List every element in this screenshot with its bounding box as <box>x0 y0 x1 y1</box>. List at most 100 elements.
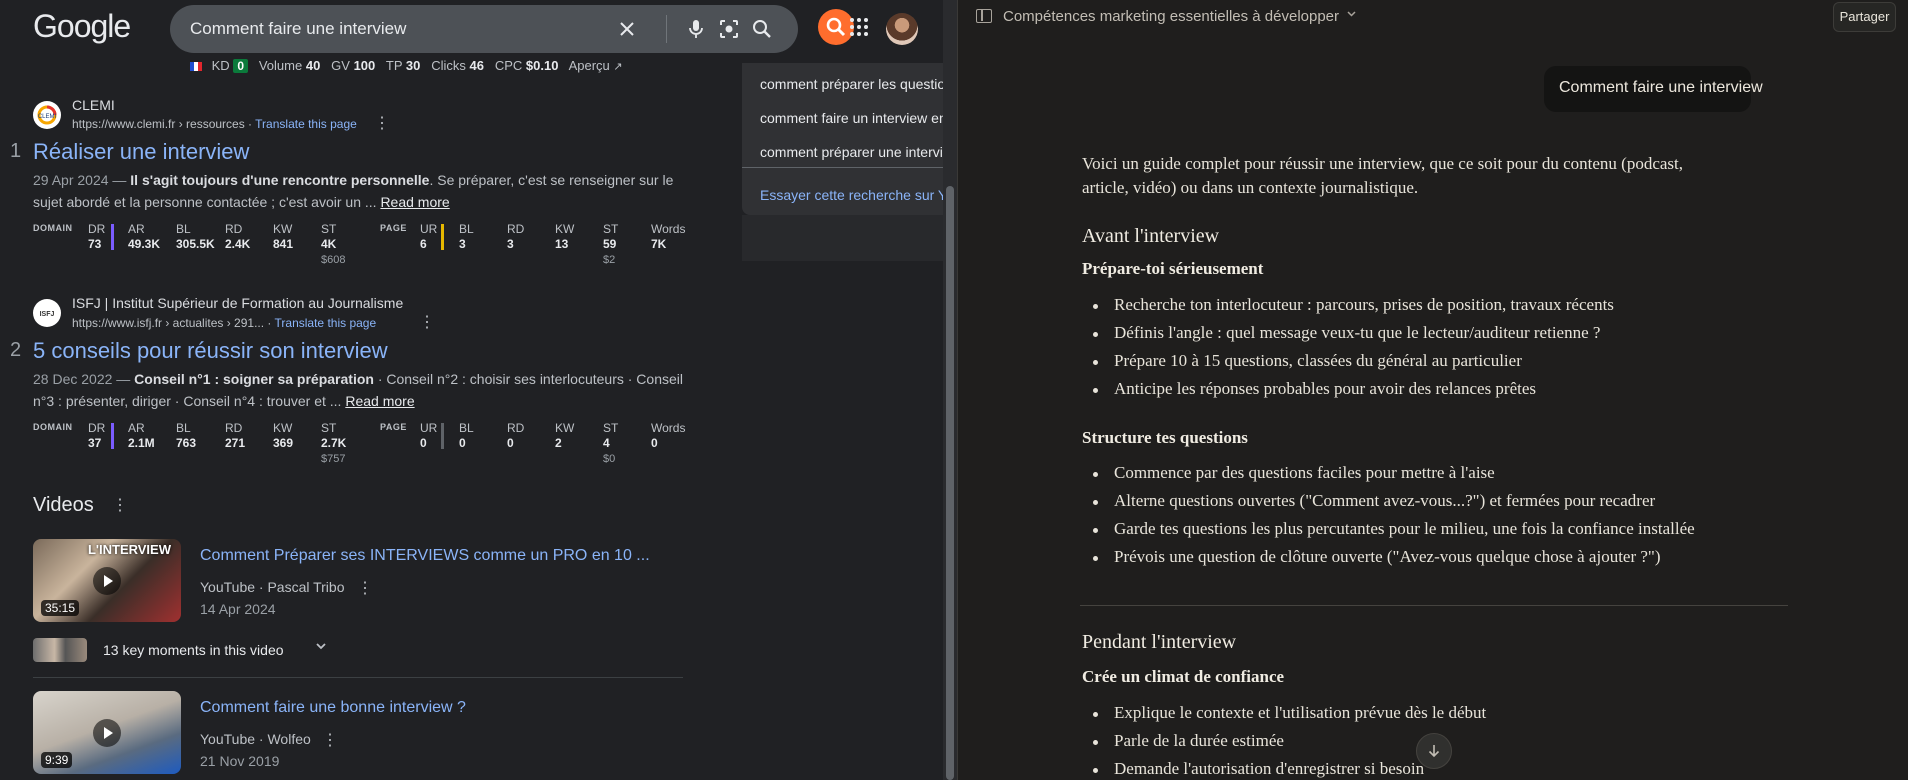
result-title-link[interactable]: Réaliser une interview <box>33 139 249 165</box>
search-icon[interactable] <box>750 17 774 41</box>
try-search-link[interactable]: Essayer cette recherche sur Y <box>760 187 943 203</box>
account-avatar[interactable] <box>886 13 918 45</box>
result-number: 1 <box>10 140 22 162</box>
kebab-icon[interactable]: ⋮ <box>322 733 338 749</box>
arrow-down-icon[interactable] <box>1416 733 1452 769</box>
list-item: Explique le contexte et l'utilisation pr… <box>1092 703 1487 722</box>
subsection-heading: Crée un climat de confiance <box>1082 667 1285 686</box>
kebab-icon[interactable]: ⋮ <box>374 116 390 132</box>
clemi-favicon: CLEMI <box>33 101 61 129</box>
chat-title[interactable]: Compétences marketing essentielles à dév… <box>1003 8 1339 25</box>
mic-icon[interactable] <box>684 17 708 41</box>
video-duration: 9:39 <box>41 752 73 768</box>
moments-thumbnail <box>33 638 87 662</box>
read-more-link[interactable]: Read more <box>380 194 449 210</box>
apps-icon[interactable] <box>848 16 870 38</box>
video-date: 21 Nov 2019 <box>200 753 280 769</box>
result-snippet: 28 Dec 2022 — Conseil n°1 : soigner sa p… <box>33 371 683 409</box>
video-title-link[interactable]: Comment Préparer ses INTERVIEWS comme un… <box>200 547 650 565</box>
result-title-link[interactable]: 5 conseils pour réussir son interview <box>33 338 388 364</box>
list-item: Commence par des questions faciles pour … <box>1093 463 1495 482</box>
play-icon[interactable] <box>93 567 121 595</box>
dropdown-backdrop <box>742 215 943 261</box>
result-site-name[interactable]: ISFJ | Institut Supérieur de Formation a… <box>72 295 403 311</box>
kd-badge: 0 <box>233 59 248 73</box>
videos-heading: Videos <box>33 494 94 516</box>
isfj-favicon: ISFJ <box>33 299 61 327</box>
google-serp-pane: Google Comment faire une interview KD 0 … <box>0 0 943 780</box>
svg-text:ISFJ: ISFJ <box>40 311 55 318</box>
play-icon[interactable] <box>93 719 121 747</box>
answer-intro: Voici un guide complet pour réussir une … <box>1082 154 1683 197</box>
kebab-icon[interactable]: ⋮ <box>419 315 435 331</box>
chevron-down-icon[interactable] <box>1345 7 1358 23</box>
list-item: Recherche ton interlocuteur : parcours, … <box>1093 295 1614 314</box>
suggestion-item[interactable]: comment préparer les questio <box>760 76 943 92</box>
subsection-heading: Structure tes questions <box>1082 428 1248 447</box>
key-moments-row[interactable]: 13 key moments in this video <box>33 637 683 663</box>
share-button[interactable]: Partager <box>1833 2 1896 32</box>
list-item: Prépare 10 à 15 questions, classées du g… <box>1093 351 1522 370</box>
serp-scrollbar[interactable] <box>943 0 957 780</box>
search-input[interactable]: Comment faire une interview <box>190 19 406 39</box>
preview-link[interactable]: Aperçu <box>569 58 610 73</box>
suggestion-divider <box>742 167 943 168</box>
video-thumbnail[interactable]: 9:39 <box>33 691 181 774</box>
sidebar-toggle-icon[interactable] <box>976 9 992 23</box>
suggestion-item[interactable]: comment faire un interview en <box>760 110 943 126</box>
section-divider <box>1080 605 1788 606</box>
search-divider <box>666 15 667 43</box>
clear-icon[interactable] <box>615 17 639 41</box>
list-item: Parle de la durée estimée <box>1093 731 1284 750</box>
read-more-link[interactable]: Read more <box>345 393 414 409</box>
user-message-bubble: Comment faire une interview <box>1544 66 1763 112</box>
google-logo[interactable]: Google <box>33 8 131 45</box>
dr-bar <box>111 423 114 449</box>
translate-link[interactable]: Translate this page <box>255 117 357 131</box>
section-heading: Pendant l'interview <box>1082 631 1237 653</box>
kebab-icon[interactable]: ⋮ <box>112 498 128 514</box>
search-box[interactable]: Comment faire une interview <box>170 5 798 53</box>
video-thumbnail[interactable]: L'INTERVIEW 35:15 <box>33 539 181 622</box>
search-header: Google Comment faire une interview <box>0 0 943 60</box>
svg-text:CLEMI: CLEMI <box>38 114 57 120</box>
kebab-icon[interactable]: ⋮ <box>357 581 373 597</box>
video-date: 14 Apr 2024 <box>200 601 276 617</box>
ur-bar <box>441 423 444 449</box>
suggestions-dropdown: comment préparer les questio comment fai… <box>742 63 943 215</box>
seo-metrics-bar: KD 0 Volume 40 GV 100 TP 30 Clicks 46 CP… <box>190 58 623 73</box>
key-moments-label: 13 key moments in this video <box>103 642 284 658</box>
result-seo-metrics: DOMAIN DR 73 AR 49.3K BL 305.5K RD 2.4K KW 84… <box>33 222 686 266</box>
result-site-name[interactable]: CLEMI <box>72 97 115 113</box>
france-flag-icon <box>190 62 202 72</box>
result-url[interactable]: https://www.isfj.fr › actualites › 291..… <box>72 316 376 330</box>
video-source: YouTube · Pascal Tribo <box>200 579 345 595</box>
lens-icon[interactable] <box>717 17 741 41</box>
user-message-text: Comment faire une interview <box>1559 79 1763 96</box>
ur-bar <box>441 224 444 250</box>
scrollbar-thumb[interactable] <box>946 186 954 780</box>
subsection-heading: Prépare-toi sérieusement <box>1082 259 1264 278</box>
list-item: Anticipe les réponses probables pour avo… <box>1092 379 1537 398</box>
dr-bar <box>111 224 114 250</box>
section-heading: Avant l'interview <box>1082 225 1220 247</box>
result-seo-metrics: DOMAIN DR 37 AR 2.1M BL 763 RD 271 KW 369 ST 2… <box>33 421 686 465</box>
list-item: Alterne questions ouvertes ("Comment ave… <box>1092 491 1656 510</box>
video-result: L'INTERVIEW 35:15 Comment Préparer ses I… <box>33 539 693 623</box>
video-source: YouTube · Wolfeo <box>200 731 311 747</box>
suggestion-item[interactable]: comment préparer une intervi <box>760 144 943 160</box>
list-item: Prévois une question de clôture ouverte … <box>1093 547 1661 566</box>
video-result: 9:39 Comment faire une bonne interview ?… <box>33 691 693 775</box>
list-item: Garde tes questions les plus percutantes… <box>1093 519 1695 538</box>
chevron-down-icon[interactable] <box>314 639 328 656</box>
result-snippet: 29 Apr 2024 — Il s'agit toujours d'une r… <box>33 172 674 210</box>
list-item: Définis l'angle : quel message veux-tu q… <box>1092 323 1601 342</box>
translate-link[interactable]: Translate this page <box>275 316 377 330</box>
chat-pane: Compétences marketing essentielles à dév… <box>957 0 1908 780</box>
result-url[interactable]: https://www.clemi.fr › ressources · Tran… <box>72 117 357 131</box>
list-item: Demande l'autorisation d'enregistrer si … <box>1092 759 1425 778</box>
video-divider <box>33 677 683 678</box>
external-link-icon[interactable]: ↗ <box>613 61 622 73</box>
video-duration: 35:15 <box>41 600 80 616</box>
video-title-link[interactable]: Comment faire une bonne interview ? <box>200 699 466 717</box>
